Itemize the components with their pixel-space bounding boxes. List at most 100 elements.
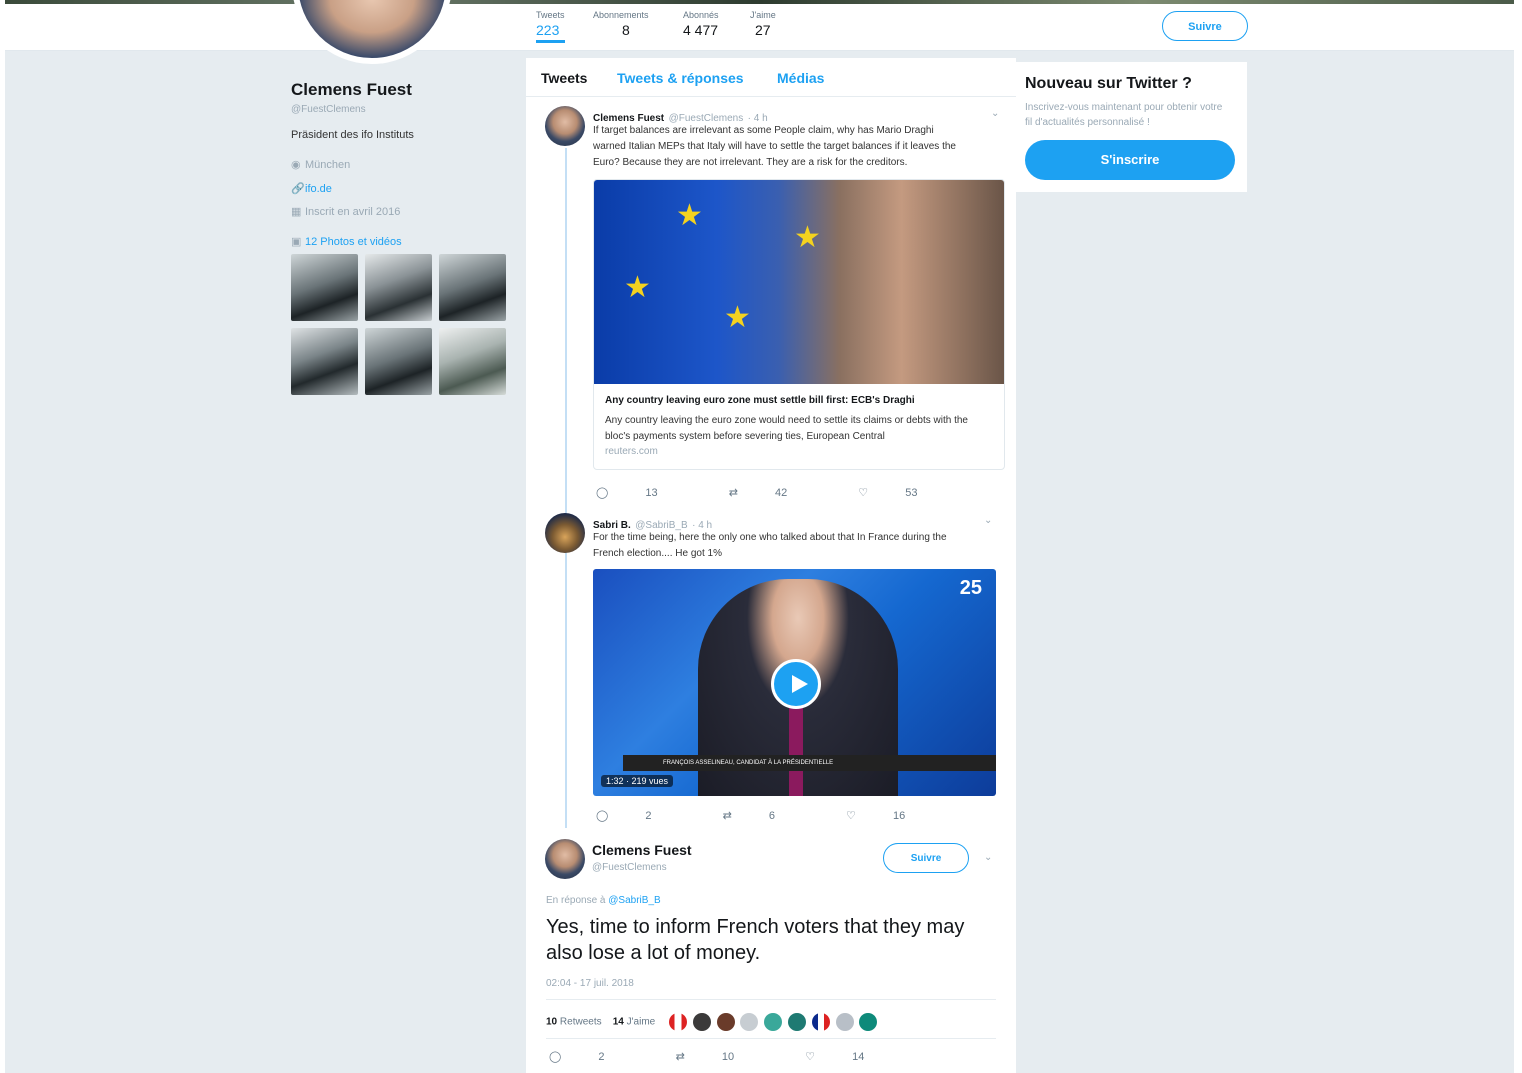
liker-avatar[interactable] (692, 1013, 711, 1031)
engagement-stats: 10 Retweets 14 J'aime (546, 1013, 880, 1031)
video-lower-third: FRANÇOIS ASSELINEAU, CANDIDAT À LA PRÉSI… (623, 755, 996, 771)
channel-logo: 25 (959, 577, 982, 599)
tweet-text-line: Euro? Because they are not irrelevant. T… (593, 157, 908, 168)
profile-website[interactable]: 🔗ifo.de (291, 182, 332, 195)
tweet-text: For the time being, here the only one wh… (593, 530, 1003, 562)
media-thumbnail[interactable] (439, 328, 506, 395)
like-count: 53 (905, 487, 918, 499)
location-text: München (305, 159, 351, 171)
tweet-timestamp[interactable]: 02:04 - 17 juil. 2018 (546, 978, 634, 989)
tweet-text-line: If target balances are irrelevant as som… (593, 125, 934, 136)
tweet-actions: ◯ 2 ⇄ 6 ♡ 16 (596, 809, 973, 822)
profile-name: Clemens Fuest (291, 80, 412, 99)
website-link[interactable]: ifo.de (305, 183, 332, 195)
media-thumbnail[interactable] (365, 254, 432, 321)
like-action[interactable]: ♡ 16 (846, 810, 939, 822)
like-count: 16 (892, 810, 906, 822)
signup-subtitle: Inscrivez-vous maintenant pour obtenir v… (1025, 102, 1223, 128)
profile-bio: Präsident des ifo Instituts (291, 129, 414, 141)
profile-handle[interactable]: @FuestClemens (291, 104, 366, 115)
like-count: 14 (852, 1051, 865, 1063)
media-thumbnail[interactable] (365, 328, 432, 395)
like-action[interactable]: ♡ 53 (858, 487, 951, 499)
media-thumbnail[interactable] (439, 254, 506, 321)
stat-label: Abonnements (593, 10, 649, 20)
stat-tweets[interactable]: Tweets 223 (536, 10, 565, 43)
tweet-author-handle[interactable]: @FuestClemens (592, 862, 667, 873)
tweet-avatar[interactable] (545, 513, 585, 553)
link-card-image: ★ ★ ★ ★ (594, 180, 1004, 384)
signup-button[interactable]: S'inscrire (1025, 140, 1235, 180)
media-thumbnail[interactable] (291, 328, 358, 395)
video-frame-tie (789, 699, 803, 796)
liker-avatar[interactable] (764, 1013, 783, 1031)
retweet-icon: ⇄ (722, 810, 732, 822)
stat-following[interactable]: Abonnements 8 (593, 10, 649, 38)
reply-handle-link[interactable]: @SabriB_B (608, 895, 660, 906)
reply-icon: ◯ (549, 1051, 562, 1063)
video-views-badge: 1:32 · 219 vues (601, 775, 674, 787)
play-icon[interactable] (771, 659, 821, 709)
chevron-down-icon[interactable]: ⌄ (984, 515, 992, 526)
retweet-action[interactable]: ⇄ 42 (729, 487, 822, 499)
liker-avatar[interactable] (716, 1013, 735, 1031)
media-thumbnail-grid (291, 254, 509, 396)
reply-prefix: En réponse à (546, 895, 606, 906)
tweet-actions: ◯ 2 ⇄ 10 ♡ 14 (549, 1050, 932, 1063)
liker-avatar[interactable] (788, 1013, 807, 1031)
stat-value: 4 477 (683, 22, 719, 38)
tweet-avatar[interactable] (545, 839, 585, 879)
tweet-text: If target balances are irrelevant as som… (593, 123, 1007, 171)
tab-tweets[interactable]: Tweets (541, 70, 587, 86)
tweet-text-line: warned Italian MEPs that Italy will have… (593, 141, 956, 152)
reply-action[interactable]: ◯ 13 (596, 487, 692, 499)
liker-avatar[interactable] (811, 1013, 830, 1031)
divider (546, 1038, 996, 1039)
tweet-author-name[interactable]: Clemens Fuest (592, 842, 692, 858)
like-action[interactable]: ♡ 14 (805, 1051, 898, 1063)
likes-label: J'aime (626, 1016, 656, 1028)
heart-icon: ♡ (846, 810, 856, 822)
chevron-down-icon[interactable]: ⌄ (984, 852, 992, 863)
reply-icon: ◯ (596, 810, 609, 822)
signup-title: Nouveau sur Twitter ? (1025, 75, 1192, 92)
tab-tweets-replies[interactable]: Tweets & réponses (617, 70, 744, 86)
location-pin-icon: ◉ (291, 159, 301, 171)
likes-count: 14 (612, 1016, 624, 1028)
stat-value: 223 (536, 22, 560, 38)
retweet-action[interactable]: ⇄ 10 (676, 1051, 769, 1063)
chevron-down-icon[interactable]: ⌄ (991, 108, 999, 119)
stat-label: J'aime (750, 10, 776, 20)
profile-avatar[interactable] (292, 0, 452, 64)
tweet-avatar[interactable] (545, 106, 585, 146)
link-card[interactable]: ★ ★ ★ ★ Any country leaving euro zone mu… (593, 179, 1005, 470)
retweets-stat[interactable]: 10 Retweets (546, 1017, 602, 1028)
stat-likes[interactable]: J'aime 27 (750, 10, 776, 38)
retweet-count: 10 (721, 1051, 735, 1063)
stat-value: 27 (755, 22, 771, 38)
stat-followers[interactable]: Abonnés 4 477 (683, 10, 719, 38)
reply-context: En réponse à @SabriB_B (546, 895, 661, 906)
page-edge-left (0, 0, 5, 1073)
liker-avatar[interactable] (669, 1013, 688, 1031)
media-thumbnail[interactable] (291, 254, 358, 321)
reply-count: 2 (598, 1051, 605, 1063)
follow-button[interactable]: Suivre (883, 843, 969, 873)
reply-action[interactable]: ◯ 2 (549, 1051, 639, 1063)
likes-stat[interactable]: 14 J'aime (613, 1017, 656, 1028)
media-link[interactable]: 12 Photos et vidéos (305, 236, 402, 248)
reply-action[interactable]: ◯ 2 (596, 810, 686, 822)
video-player[interactable]: 25 FRANÇOIS ASSELINEAU, CANDIDAT À LA PR… (593, 569, 996, 796)
link-card-domain: reuters.com (605, 446, 658, 457)
follow-button[interactable]: Suivre (1162, 11, 1248, 41)
profile-media-link[interactable]: ▣ 12 Photos et vidéos (291, 235, 402, 248)
retweet-count: 6 (768, 810, 775, 822)
link-card-title: Any country leaving euro zone must settl… (605, 395, 915, 406)
liker-avatar[interactable] (740, 1013, 759, 1031)
tab-media[interactable]: Médias (777, 70, 824, 86)
focus-tweet-text: Yes, time to inform French voters that t… (546, 916, 965, 964)
liker-avatar[interactable] (859, 1013, 878, 1031)
retweet-action[interactable]: ⇄ 6 (723, 810, 809, 822)
heart-icon: ♡ (805, 1051, 816, 1063)
liker-avatar[interactable] (835, 1013, 854, 1031)
